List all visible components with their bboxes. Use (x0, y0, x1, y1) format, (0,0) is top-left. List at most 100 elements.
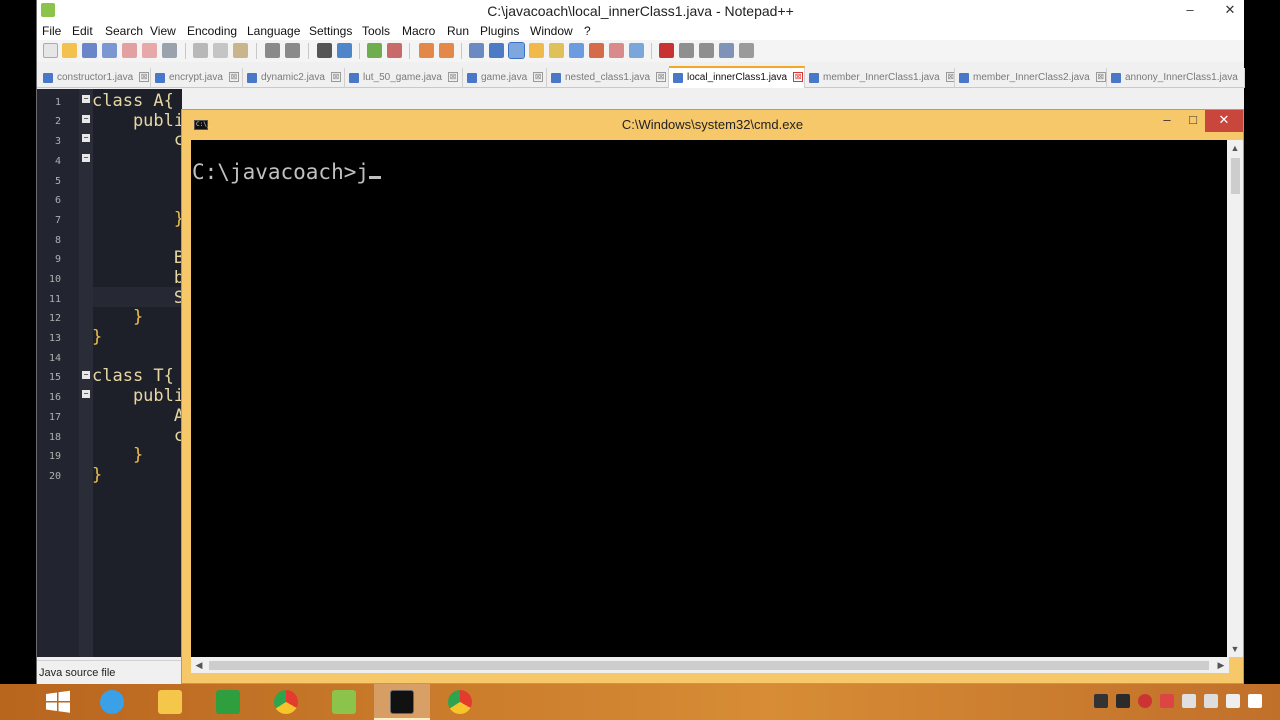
close-all-icon[interactable] (142, 43, 157, 58)
signal-icon[interactable] (1226, 694, 1240, 708)
tab-close-icon[interactable]: ⊠ (945, 72, 954, 83)
scroll-left-icon[interactable]: ◀ (191, 657, 207, 673)
tab-close-icon[interactable]: ⊠ (1095, 72, 1106, 83)
sync-scroll-v-icon[interactable] (419, 43, 434, 58)
menu-file[interactable]: File (42, 24, 61, 38)
tab-close-icon[interactable]: ⊠ (656, 72, 667, 83)
tab-lut-50-game[interactable]: lut_50_game.java ⊠ (345, 68, 463, 88)
security-icon[interactable] (1138, 694, 1152, 708)
record-icon[interactable] (1160, 694, 1174, 708)
stop-macro-icon[interactable] (679, 43, 694, 58)
new-file-icon[interactable] (43, 43, 58, 58)
tab-close-icon[interactable]: ⊠ (793, 72, 804, 83)
open-file-icon[interactable] (62, 43, 77, 58)
lang-define-icon[interactable] (529, 43, 544, 58)
minimize-button[interactable]: – (1153, 110, 1181, 132)
save-icon[interactable] (82, 43, 97, 58)
eye-icon[interactable] (629, 43, 644, 58)
tab-annony-innerclass1[interactable]: annony_InnerClass1.java (1107, 68, 1245, 88)
menu-edit[interactable]: Edit (72, 24, 93, 38)
function-list-icon[interactable] (569, 43, 584, 58)
redo-icon[interactable] (285, 43, 300, 58)
tab-close-icon[interactable]: ⊠ (447, 72, 458, 83)
menu-macro[interactable]: Macro (402, 24, 435, 38)
play-macro-icon[interactable] (699, 43, 714, 58)
tab-nested-class1[interactable]: nested_class1.java ⊠ (547, 68, 669, 88)
indent-guide-icon[interactable] (508, 42, 525, 59)
tab-game[interactable]: game.java ⊠ (463, 68, 547, 88)
tab-encrypt[interactable]: encrypt.java ⊠ (151, 68, 243, 88)
scroll-down-icon[interactable]: ▼ (1227, 641, 1243, 657)
folder-workspace-icon[interactable] (589, 43, 604, 58)
volume-icon[interactable] (1248, 694, 1262, 708)
menu-tools[interactable]: Tools (362, 24, 390, 38)
doc-map-icon[interactable] (549, 43, 564, 58)
fold-minus-icon[interactable]: − (82, 134, 90, 142)
menu-window[interactable]: Window (530, 24, 573, 38)
tab-close-icon[interactable]: ⊠ (533, 72, 544, 83)
record-macro-icon[interactable] (659, 43, 674, 58)
horizontal-scrollbar[interactable]: ◀ ▶ (191, 657, 1229, 673)
taskbar-store[interactable] (200, 684, 256, 720)
fold-minus-icon[interactable]: − (82, 371, 90, 379)
scroll-thumb[interactable] (209, 661, 1209, 670)
show-all-chars-icon[interactable] (489, 43, 504, 58)
code-editor[interactable]: 1 2 3 4 5 6 7 8 9 10 11 12 13 14 15 16 1… (37, 89, 184, 657)
cut-icon[interactable] (193, 43, 208, 58)
vertical-scrollbar[interactable]: ▲ ▼ (1227, 140, 1243, 657)
monitoring-icon[interactable] (609, 43, 624, 58)
taskbar-notepad-plus-plus[interactable] (316, 684, 372, 720)
taskbar-file-explorer[interactable] (142, 684, 198, 720)
npp-minimize-button[interactable]: – (1176, 0, 1204, 22)
menu-search[interactable]: Search (105, 24, 143, 38)
tab-close-icon[interactable]: ⊠ (228, 72, 239, 83)
undo-icon[interactable] (265, 43, 280, 58)
print-icon[interactable] (162, 43, 177, 58)
close-file-icon[interactable] (122, 43, 137, 58)
taskbar-internet-explorer[interactable] (84, 684, 140, 720)
paste-icon[interactable] (233, 43, 248, 58)
menu-encoding[interactable]: Encoding (187, 24, 237, 38)
replace-icon[interactable] (337, 43, 352, 58)
menu-run[interactable]: Run (447, 24, 469, 38)
close-button[interactable]: ✕ (1205, 110, 1243, 132)
tab-member-innerclass1[interactable]: member_InnerClass1.java ⊠ (805, 68, 955, 88)
zoom-out-icon[interactable] (387, 43, 402, 58)
word-wrap-icon[interactable] (469, 43, 484, 58)
save-all-icon[interactable] (102, 43, 117, 58)
tab-close-icon[interactable]: ⊠ (139, 72, 150, 83)
find-icon[interactable] (317, 43, 332, 58)
tab-constructor1[interactable]: constructor1.java ⊠ (39, 68, 151, 88)
scroll-thumb[interactable] (1231, 158, 1240, 194)
run-macro-multiple-icon[interactable] (719, 43, 734, 58)
zoom-in-icon[interactable] (367, 43, 382, 58)
menu-language[interactable]: Language (247, 24, 300, 38)
maximize-button[interactable]: □ (1181, 110, 1205, 132)
tab-local-innerclass1[interactable]: local_innerClass1.java ⊠ (669, 66, 805, 88)
fold-minus-icon[interactable]: − (82, 115, 90, 123)
network-icon[interactable] (1094, 694, 1108, 708)
sync-scroll-h-icon[interactable] (439, 43, 454, 58)
tab-close-icon[interactable]: ⊠ (330, 72, 341, 83)
npp-close-button[interactable]: ✕ (1216, 0, 1244, 22)
copy-icon[interactable] (213, 43, 228, 58)
app-icon[interactable] (1116, 694, 1130, 708)
taskbar-cmd[interactable] (374, 684, 430, 720)
taskbar-chrome[interactable] (258, 684, 314, 720)
menu-view[interactable]: View (150, 24, 176, 38)
taskbar-chrome-2[interactable] (432, 684, 488, 720)
fold-minus-icon[interactable]: − (82, 154, 90, 162)
fold-minus-icon[interactable]: − (82, 95, 90, 103)
tab-member-innerclass2[interactable]: member_InnerClass2.java ⊠ (955, 68, 1107, 88)
start-button[interactable] (30, 684, 86, 720)
menu-settings[interactable]: Settings (309, 24, 352, 38)
save-macro-icon[interactable] (739, 43, 754, 58)
menu-help[interactable]: ? (584, 24, 591, 38)
flag-icon[interactable] (1182, 694, 1196, 708)
tab-dynamic2[interactable]: dynamic2.java ⊠ (243, 68, 345, 88)
menu-plugins[interactable]: Plugins (480, 24, 519, 38)
fold-minus-icon[interactable]: − (82, 390, 90, 398)
scroll-right-icon[interactable]: ▶ (1213, 657, 1229, 673)
scroll-up-icon[interactable]: ▲ (1227, 140, 1243, 156)
battery-icon[interactable] (1204, 694, 1218, 708)
